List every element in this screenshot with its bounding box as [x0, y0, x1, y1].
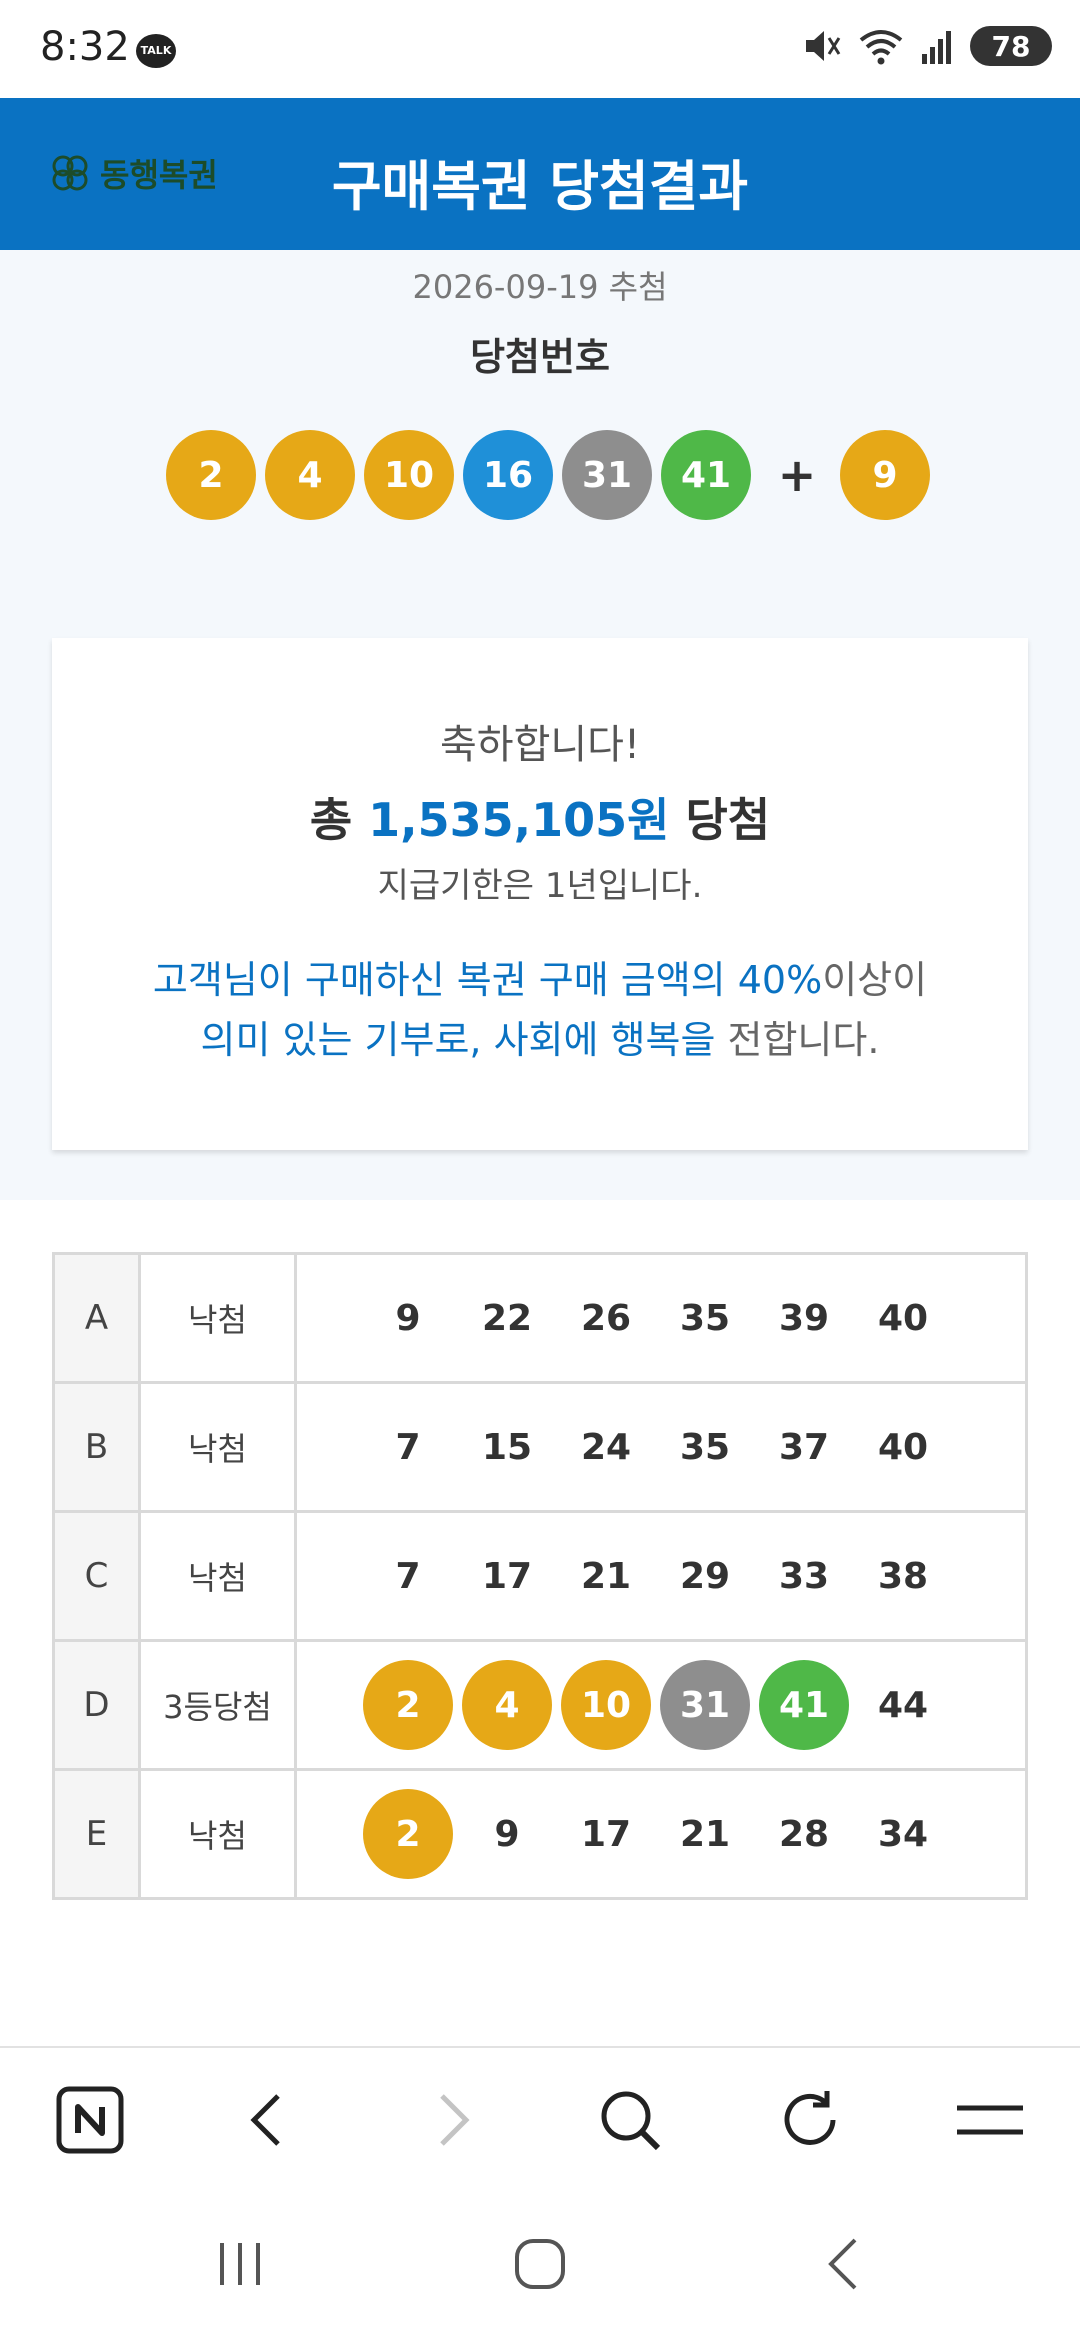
- game-number: 44: [877, 1684, 929, 1726]
- matched-number-ball: 41: [759, 1660, 849, 1750]
- game-number: 15: [481, 1426, 533, 1468]
- game-row: C 낙첨 7 17 21 29 33 38: [52, 1510, 1028, 1642]
- game-numbers: 2 4 10 31 41 44: [294, 1639, 1028, 1771]
- donation-message: 고객님이 구매하신 복권 구매 금액의 40%이상이 의미 있는 기부로, 사회…: [52, 950, 1028, 1070]
- game-number: 17: [580, 1813, 632, 1855]
- game-numbers: 7 17 21 29 33 38: [294, 1510, 1028, 1642]
- page-title: 구매복권 당첨결과: [331, 155, 749, 218]
- game-number: 29: [679, 1555, 731, 1597]
- plus-sign: +: [777, 448, 817, 502]
- game-row: D 3등당첨 2 4 10 31 41 44: [52, 1639, 1028, 1771]
- page-header: 동행복권 구매복권 당첨결과: [0, 98, 1080, 250]
- game-number: 22: [481, 1297, 533, 1339]
- matched-number-ball: 4: [462, 1660, 552, 1750]
- game-id: A: [52, 1252, 141, 1384]
- game-number: 34: [877, 1813, 929, 1855]
- home-icon[interactable]: [498, 2222, 582, 2306]
- kakaotalk-notification-icon: TALK: [136, 34, 176, 68]
- game-number: 40: [877, 1426, 929, 1468]
- menu-icon[interactable]: [948, 2078, 1032, 2162]
- game-number: 35: [679, 1297, 731, 1339]
- recent-apps-icon[interactable]: [198, 2222, 282, 2306]
- game-number: 7: [395, 1555, 421, 1597]
- game-number: 28: [778, 1813, 830, 1855]
- game-row: A 낙첨 9 22 26 35 39 40: [52, 1252, 1028, 1384]
- status-time: 8:32: [40, 24, 130, 70]
- battery-indicator: 78: [970, 26, 1052, 66]
- congrats-text: 축하합니다!: [439, 722, 641, 768]
- draw-date: 2026-09-19 추첨: [412, 268, 668, 306]
- game-result: 3등당첨: [138, 1639, 297, 1771]
- winning-ball: 10: [364, 430, 454, 520]
- wifi-icon: [859, 30, 903, 65]
- game-row: B 낙첨 7 15 24 35 37 40: [52, 1381, 1028, 1513]
- donation-line-2-blue: 의미 있는 기부로, 사회에 행복을: [200, 1018, 716, 1062]
- game-number: 35: [679, 1426, 731, 1468]
- search-icon[interactable]: [588, 2078, 672, 2162]
- game-id: C: [52, 1510, 141, 1642]
- total-prefix: 총: [309, 793, 369, 847]
- game-number: 39: [778, 1297, 830, 1339]
- game-number: 21: [580, 1555, 632, 1597]
- game-id: E: [52, 1768, 141, 1900]
- total-amount: 1,535,105원: [368, 793, 670, 847]
- game-number: 38: [877, 1555, 929, 1597]
- game-numbers: 7 15 24 35 37 40: [294, 1381, 1028, 1513]
- result-card: 축하합니다! 총 1,535,105원 당첨 지급기한은 1년입니다. 고객님이…: [52, 638, 1028, 1150]
- total-suffix: 당첨: [669, 793, 771, 847]
- game-number: 40: [877, 1297, 929, 1339]
- game-number: 26: [580, 1297, 632, 1339]
- donation-line-1-rest: 이상이: [822, 958, 928, 1002]
- winning-ball: 4: [265, 430, 355, 520]
- game-result: 낙첨: [138, 1252, 297, 1384]
- game-number: 17: [481, 1555, 533, 1597]
- browser-navigation-bar: [0, 2046, 1080, 2190]
- game-numbers: 2 9 17 21 28 34: [294, 1768, 1028, 1900]
- matched-number-ball: 31: [660, 1660, 750, 1750]
- game-number: 33: [778, 1555, 830, 1597]
- back-icon[interactable]: [226, 2078, 310, 2162]
- game-number: 21: [679, 1813, 731, 1855]
- winning-ball: 2: [166, 430, 256, 520]
- system-back-icon[interactable]: [802, 2222, 886, 2306]
- game-row: E 낙첨 2 9 17 21 28 34: [52, 1768, 1028, 1900]
- game-number: 9: [395, 1297, 421, 1339]
- winning-ball: 16: [463, 430, 553, 520]
- matched-number-ball: 2: [363, 1660, 453, 1750]
- game-number: 9: [494, 1813, 520, 1855]
- mute-icon: [806, 31, 841, 61]
- game-number: 7: [395, 1426, 421, 1468]
- winning-numbers: 2 4 10 16 31 41 + 9: [166, 430, 939, 520]
- purchased-games-table: A 낙첨 9 22 26 35 39 40 B 낙첨 7 15 24 35 37 40 C 낙첨 7 17 21 29 33…: [52, 1252, 1028, 1900]
- game-result: 낙첨: [138, 1381, 297, 1513]
- matched-number-ball: 10: [561, 1660, 651, 1750]
- forward-icon[interactable]: [410, 2078, 494, 2162]
- game-number: 37: [778, 1426, 830, 1468]
- game-id: D: [52, 1639, 141, 1771]
- refresh-icon[interactable]: [768, 2078, 852, 2162]
- system-navigation-bar: [0, 2190, 1080, 2340]
- payment-deadline: 지급기한은 1년입니다.: [377, 866, 703, 906]
- donation-line-2-rest: 전합니다.: [715, 1018, 880, 1062]
- game-result: 낙첨: [138, 1768, 297, 1900]
- donation-line-1-blue: 고객님이 구매하신 복권 구매 금액의 40%: [152, 958, 823, 1002]
- winning-ball: 41: [661, 430, 751, 520]
- game-numbers: 9 22 26 35 39 40: [294, 1252, 1028, 1384]
- game-number: 24: [580, 1426, 632, 1468]
- bonus-ball: 9: [840, 430, 930, 520]
- total-prize: 총 1,535,105원 당첨: [52, 784, 1028, 850]
- winning-numbers-label: 당첨번호: [470, 335, 610, 379]
- naver-home-icon[interactable]: [48, 2078, 132, 2162]
- status-bar: 8:32 TALK 78: [0, 0, 1080, 98]
- matched-number-ball: 2: [363, 1789, 453, 1879]
- winning-ball: 31: [562, 430, 652, 520]
- game-id: B: [52, 1381, 141, 1513]
- signal-icon: [922, 31, 951, 64]
- game-result: 낙첨: [138, 1510, 297, 1642]
